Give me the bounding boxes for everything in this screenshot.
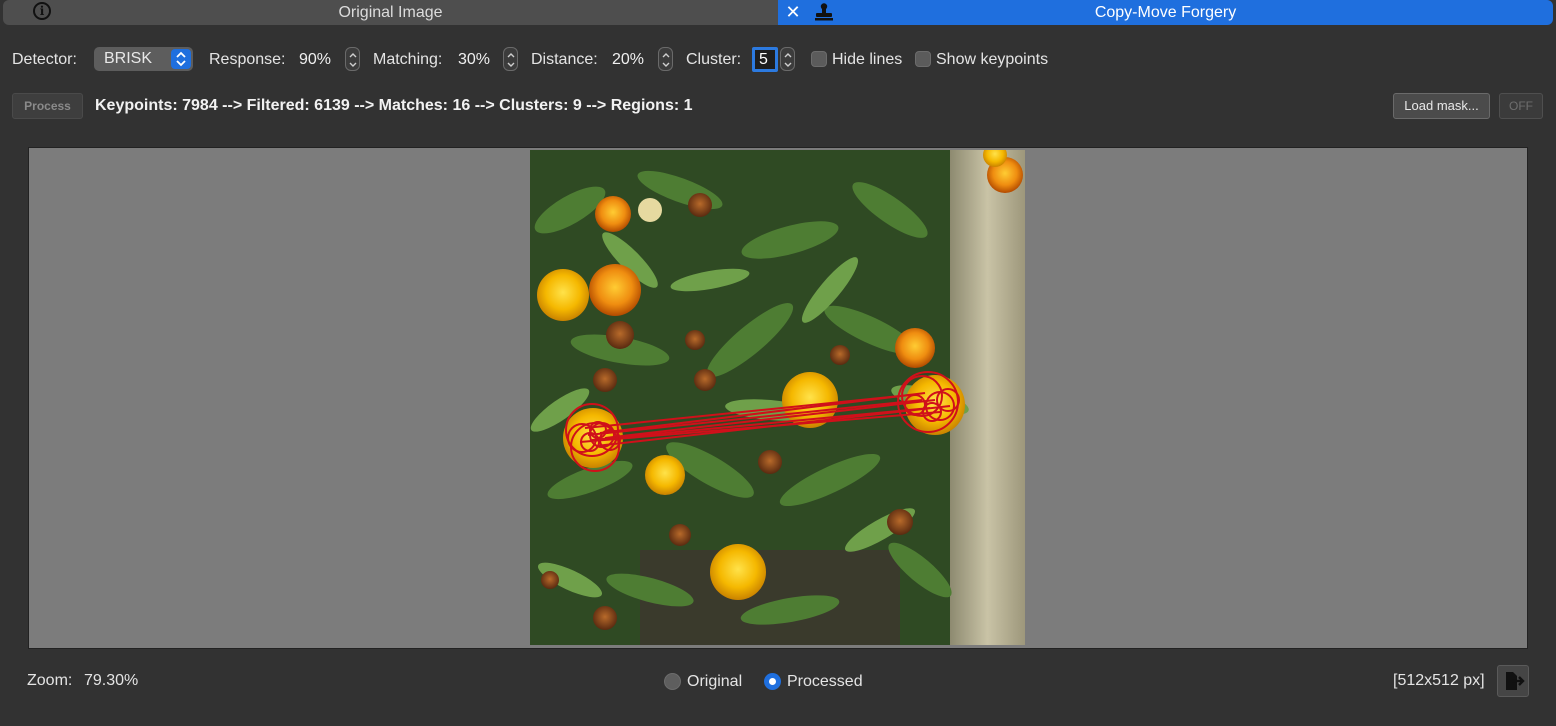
processed-radio[interactable]	[764, 673, 781, 690]
show-keypoints-checkbox[interactable]	[915, 51, 931, 67]
cluster-label: Cluster:	[686, 51, 742, 68]
image-size-label: [512x512 px]	[1393, 672, 1485, 689]
load-mask-button[interactable]: Load mask...	[1393, 93, 1490, 119]
process-button[interactable]: Process	[12, 93, 83, 119]
response-field[interactable]: 90%	[299, 51, 331, 69]
stamp-icon	[815, 3, 833, 21]
matching-label: Matching:	[373, 51, 443, 68]
matching-stepper[interactable]	[503, 47, 518, 71]
export-icon	[1506, 672, 1525, 690]
close-icon[interactable]: ✕	[784, 1, 802, 23]
matching-field[interactable]: 30%	[458, 51, 490, 69]
original-radio-label[interactable]: Original	[687, 673, 742, 691]
tab-original-image[interactable]: Original Image	[3, 0, 778, 25]
chevron-updown-icon	[171, 49, 191, 69]
detector-select-value: BRISK	[104, 50, 153, 67]
show-keypoints-label[interactable]: Show keypoints	[936, 51, 1048, 69]
tab-original-image-label: Original Image	[338, 3, 443, 21]
status-text: Keypoints: 7984 --> Filtered: 6139 --> M…	[95, 97, 693, 114]
hide-lines-checkbox[interactable]	[811, 51, 827, 67]
distance-stepper[interactable]	[658, 47, 673, 71]
tab-bar: Original Image Copy-Move Forgery i ✕	[0, 0, 1556, 26]
processed-image[interactable]	[530, 150, 1025, 645]
detector-label: Detector:	[12, 51, 77, 68]
tab-copy-move-forgery[interactable]: Copy-Move Forgery	[778, 0, 1553, 25]
tab-copy-move-forgery-label: Copy-Move Forgery	[1094, 3, 1237, 21]
info-icon[interactable]: i	[33, 2, 51, 20]
distance-label: Distance:	[531, 51, 598, 68]
off-button[interactable]: OFF	[1499, 93, 1543, 119]
zoom-label: Zoom:	[27, 672, 73, 689]
hide-lines-label[interactable]: Hide lines	[832, 51, 902, 69]
cluster-input-value: 5	[759, 51, 768, 68]
distance-field[interactable]: 20%	[612, 51, 644, 69]
response-label: Response:	[209, 51, 286, 68]
export-button[interactable]	[1497, 665, 1529, 697]
response-stepper[interactable]	[345, 47, 360, 71]
original-radio[interactable]	[664, 673, 681, 690]
cluster-stepper[interactable]	[780, 47, 795, 71]
cluster-input[interactable]: 5	[752, 47, 778, 72]
detector-select[interactable]: BRISK	[94, 47, 193, 71]
processed-radio-label[interactable]: Processed	[787, 673, 863, 691]
zoom-value: 79.30%	[84, 672, 139, 689]
